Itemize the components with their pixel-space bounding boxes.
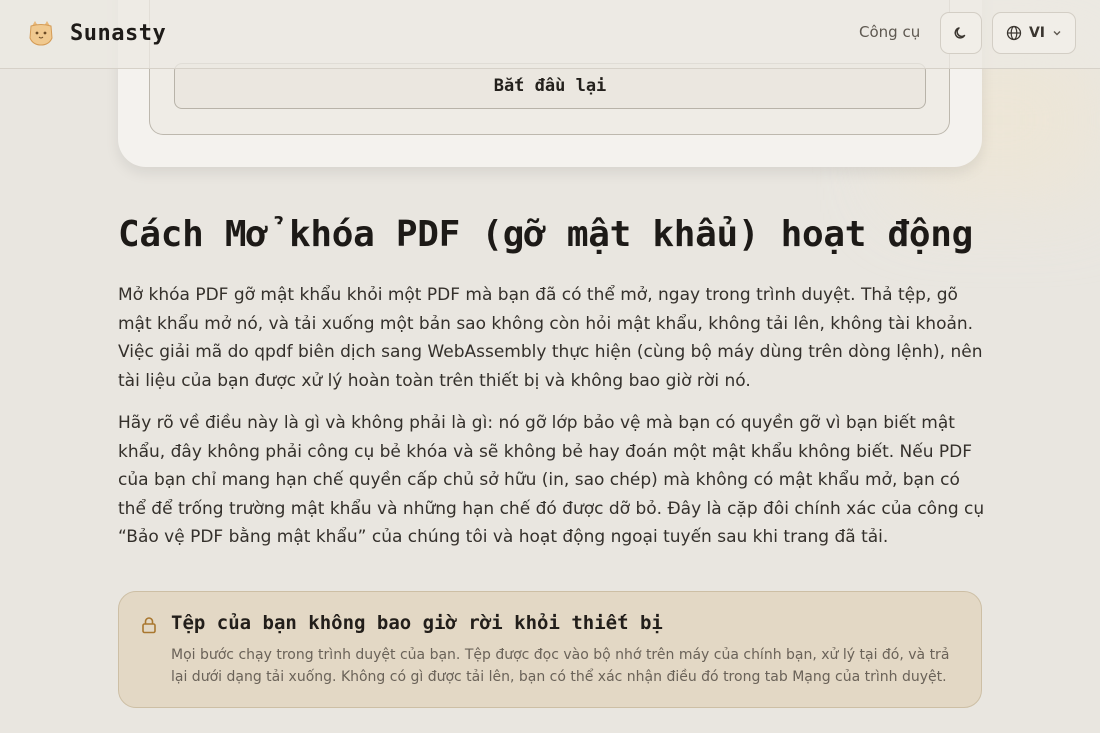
- site-header: Sunasty Công cụ VI: [0, 0, 1100, 69]
- theme-toggle-button[interactable]: [940, 12, 982, 54]
- paragraph-intro: Mở khóa PDF gỡ mật khẩu khỏi một PDF mà …: [118, 285, 983, 391]
- restart-button[interactable]: Bắt đầu lại: [174, 63, 926, 109]
- globe-icon: [1006, 25, 1022, 41]
- cat-logo-icon: [29, 21, 53, 46]
- brand-link[interactable]: Sunasty: [26, 18, 166, 48]
- lock-icon: [142, 617, 156, 634]
- language-code: VI: [1028, 25, 1046, 41]
- brand-name: Sunasty: [70, 20, 167, 46]
- language-selector[interactable]: VI: [992, 12, 1076, 54]
- page-title: Cách Mở khóa PDF (gỡ mật khẩu) hoạt động: [118, 214, 973, 255]
- moon-icon: [954, 27, 966, 39]
- notice-title: Tệp của bạn không bao giờ rời khỏi thiết…: [171, 612, 663, 634]
- nav-link-tools[interactable]: Công cụ: [859, 23, 920, 41]
- paragraph-scope: Hãy rõ về điều này là gì và không phải l…: [118, 413, 985, 547]
- privacy-notice: Tệp của bạn không bao giờ rời khỏi thiết…: [118, 591, 982, 708]
- chevron-down-icon: [1053, 31, 1061, 36]
- notice-body: Mọi bước chạy trong trình duyệt của bạn.…: [171, 647, 950, 685]
